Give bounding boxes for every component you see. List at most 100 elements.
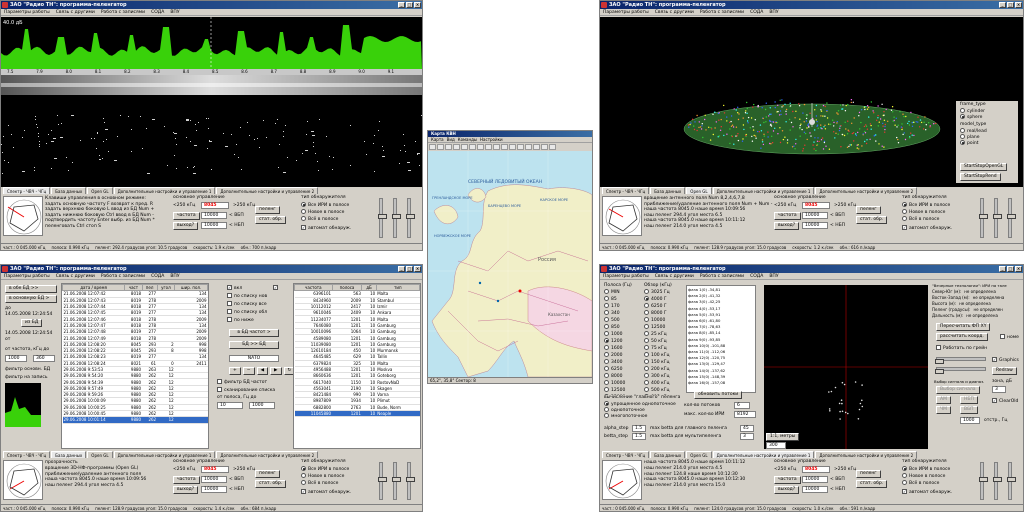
option-radio[interactable]: 200 кГц — [644, 366, 670, 373]
option-radio[interactable]: 10000 — [644, 317, 670, 324]
h-slider[interactable] — [935, 357, 986, 364]
tab-extra-2[interactable]: Дополнительные настройки и управление 2 — [815, 451, 918, 458]
am-button[interactable]: АМ — [936, 396, 951, 404]
option-radio[interactable]: 8000 Г — [644, 310, 670, 317]
gain-slider[interactable] — [979, 462, 988, 500]
tab-extra-2[interactable]: Дополнительные настройки и управление 2 — [216, 451, 319, 458]
option-radio[interactable]: 3400 — [604, 359, 630, 366]
tab-opengl[interactable]: Open GL — [686, 187, 712, 194]
table-row[interactable]: 6882800 2763 10 Bude, Norm — [294, 404, 420, 411]
zone-db-field[interactable]: 3 — [992, 386, 1006, 393]
minimize-button[interactable]: _ — [999, 2, 1006, 8]
to-both-db-button[interactable]: в обе БД >> — [5, 285, 57, 293]
map-tool-icon[interactable] — [437, 144, 444, 150]
table-row[interactable]: 29.06.2008 10:01:14 9880 262 12 — [62, 416, 208, 424]
tab-opengl[interactable]: Open GL — [686, 451, 712, 458]
scale-field[interactable]: 300 — [766, 442, 786, 449]
lower-band-field[interactable]: 10000 — [201, 486, 227, 493]
redraw-button[interactable]: Redraw — [992, 367, 1017, 375]
option-radio[interactable]: 300 кГц — [644, 373, 670, 380]
map-tool-icon[interactable] — [493, 144, 500, 150]
detect-option[interactable]: Всё в полосе — [301, 216, 338, 222]
waterfall-display[interactable] — [1, 95, 422, 187]
map-tool-icon[interactable] — [445, 144, 452, 150]
direction-radar[interactable] — [3, 196, 43, 236]
lower-band-field[interactable]: 10000 — [802, 486, 828, 493]
option-radio[interactable]: 12500 — [604, 387, 630, 394]
map-titlebar[interactable]: Карта КВН — [428, 131, 592, 137]
main-freq-field[interactable]: 8045 — [201, 466, 229, 473]
map-tool-icon[interactable] — [533, 144, 540, 150]
detect-option[interactable]: Все ИРИ в полосе — [902, 466, 950, 472]
freq-button[interactable]: частота — [774, 476, 801, 484]
option-radio[interactable]: 75 кГц — [644, 345, 670, 352]
freq-button[interactable]: частота — [173, 212, 200, 220]
threshold-slider[interactable] — [392, 462, 401, 500]
option-radio[interactable]: 6250 — [604, 366, 630, 373]
stat-button[interactable]: стат. обр. — [255, 216, 287, 224]
auto-detect-checkbox[interactable]: ✓ автомат обнаруж. — [301, 489, 351, 495]
menu-item-records[interactable]: Работа с записями — [700, 273, 744, 279]
bearing-button[interactable]: пеленг — [255, 206, 280, 214]
tab-extra-1[interactable]: Дополнительные настройки и управление 1 — [113, 187, 216, 194]
exit-button[interactable]: выход? — [173, 222, 199, 230]
filter-checkbox[interactable]: по ниже — [227, 317, 267, 325]
option-radio[interactable]: 1000 — [604, 331, 630, 338]
menu-item-soda[interactable]: СОДА — [750, 273, 763, 279]
exit-button[interactable]: выход? — [173, 486, 199, 494]
to-freq-db-button[interactable]: в БД частот > — [229, 329, 279, 337]
tab-spectrum[interactable]: Спектр - ЧВЧ - ЧГц — [3, 451, 51, 458]
lower-band-field[interactable]: 10000 — [802, 222, 828, 229]
freq-button[interactable]: частота — [173, 476, 200, 484]
start-stop-render-button[interactable]: StartStopRend — [960, 173, 1001, 181]
max-beta-multi-field[interactable]: 3 — [740, 433, 754, 440]
detect-option[interactable]: Все ИРИ в полосе — [301, 466, 349, 472]
option-radio[interactable]: 1200 — [604, 338, 630, 345]
bearing-button[interactable]: пеленг — [255, 470, 280, 478]
menu-item-vpu[interactable]: ВПУ — [170, 273, 179, 279]
tab-spectrum[interactable]: Спектр - ЧВЧ - ЧГц — [602, 451, 650, 458]
graphics-checkbox[interactable]: ✓ Graphics — [992, 357, 1019, 363]
map-tool-icon[interactable] — [501, 144, 508, 150]
bearing-button[interactable]: пеленг — [856, 470, 881, 478]
close-button[interactable]: × — [1015, 266, 1022, 272]
fm-button[interactable]: ЧМ — [936, 406, 951, 414]
window-titlebar[interactable]: ЗАО "Радио ТН": программа-пеленгатор _ □ × — [1, 265, 422, 273]
option-radio[interactable]: 8000 — [604, 373, 630, 380]
tab-spectrum[interactable]: Спектр - ЧВЧ - ЧГц — [602, 187, 650, 194]
menu-item-params[interactable]: Параметры работы — [4, 273, 50, 279]
offset-field[interactable]: 1000 — [960, 417, 980, 424]
main-freq-field[interactable]: 8045 — [201, 202, 229, 209]
localization-grid[interactable] — [764, 285, 928, 449]
option-radio[interactable]: 2000 — [604, 352, 630, 359]
minimize-button[interactable]: _ — [398, 266, 405, 272]
menu-item-vpu[interactable]: ВПУ — [769, 9, 778, 15]
maximize-button[interactable]: □ — [1007, 2, 1014, 8]
stat-button[interactable]: стат. обр. — [856, 480, 888, 488]
max-iri-field[interactable]: 8192 — [734, 411, 756, 418]
option-radio[interactable]: 170 — [604, 303, 630, 310]
map-tool-icon[interactable] — [509, 144, 516, 150]
detect-option[interactable]: Все ИРИ в полосе — [301, 202, 349, 208]
tab-extra-2[interactable]: Дополнительные настройки и управление 2 — [815, 187, 918, 194]
contrast-slider[interactable] — [406, 462, 415, 500]
exit-button[interactable]: выход? — [774, 222, 800, 230]
option-radio[interactable]: 10000 — [604, 380, 630, 387]
detect-option[interactable]: Всё в полосе — [301, 480, 338, 486]
tab-extra-1[interactable]: Дополнительные настройки и управление 1 — [712, 187, 815, 194]
beta-field[interactable]: 1.5 — [632, 433, 646, 440]
option-radio[interactable]: 850 — [604, 324, 630, 331]
upper-band-field[interactable]: 10000 — [201, 212, 227, 219]
clear-old-checkbox[interactable]: ✓ ClearOld — [992, 398, 1018, 404]
tab-database[interactable]: База данных — [650, 187, 686, 194]
model-type-option[interactable]: point — [960, 140, 978, 146]
tab-extra-1[interactable]: Дополнительные настройки и управление 1 — [712, 451, 815, 458]
detect-option[interactable]: Новое в полосе — [301, 209, 344, 215]
refresh-streams-button[interactable]: обновить потоки — [694, 391, 743, 399]
map-canvas[interactable]: СЕВЕРНЫЙ ЛЕДОВИТЫЙ ОКЕАН ГРЕНЛАНДСКОЕ МО… — [428, 151, 592, 377]
maximize-button[interactable]: □ — [1007, 266, 1014, 272]
detect-option[interactable]: Все ИРИ в полосе — [902, 202, 950, 208]
range-to-field[interactable]: 360 — [33, 355, 55, 362]
no-checkbox[interactable]: номе — [1000, 334, 1019, 340]
contrast-slider[interactable] — [406, 198, 415, 238]
